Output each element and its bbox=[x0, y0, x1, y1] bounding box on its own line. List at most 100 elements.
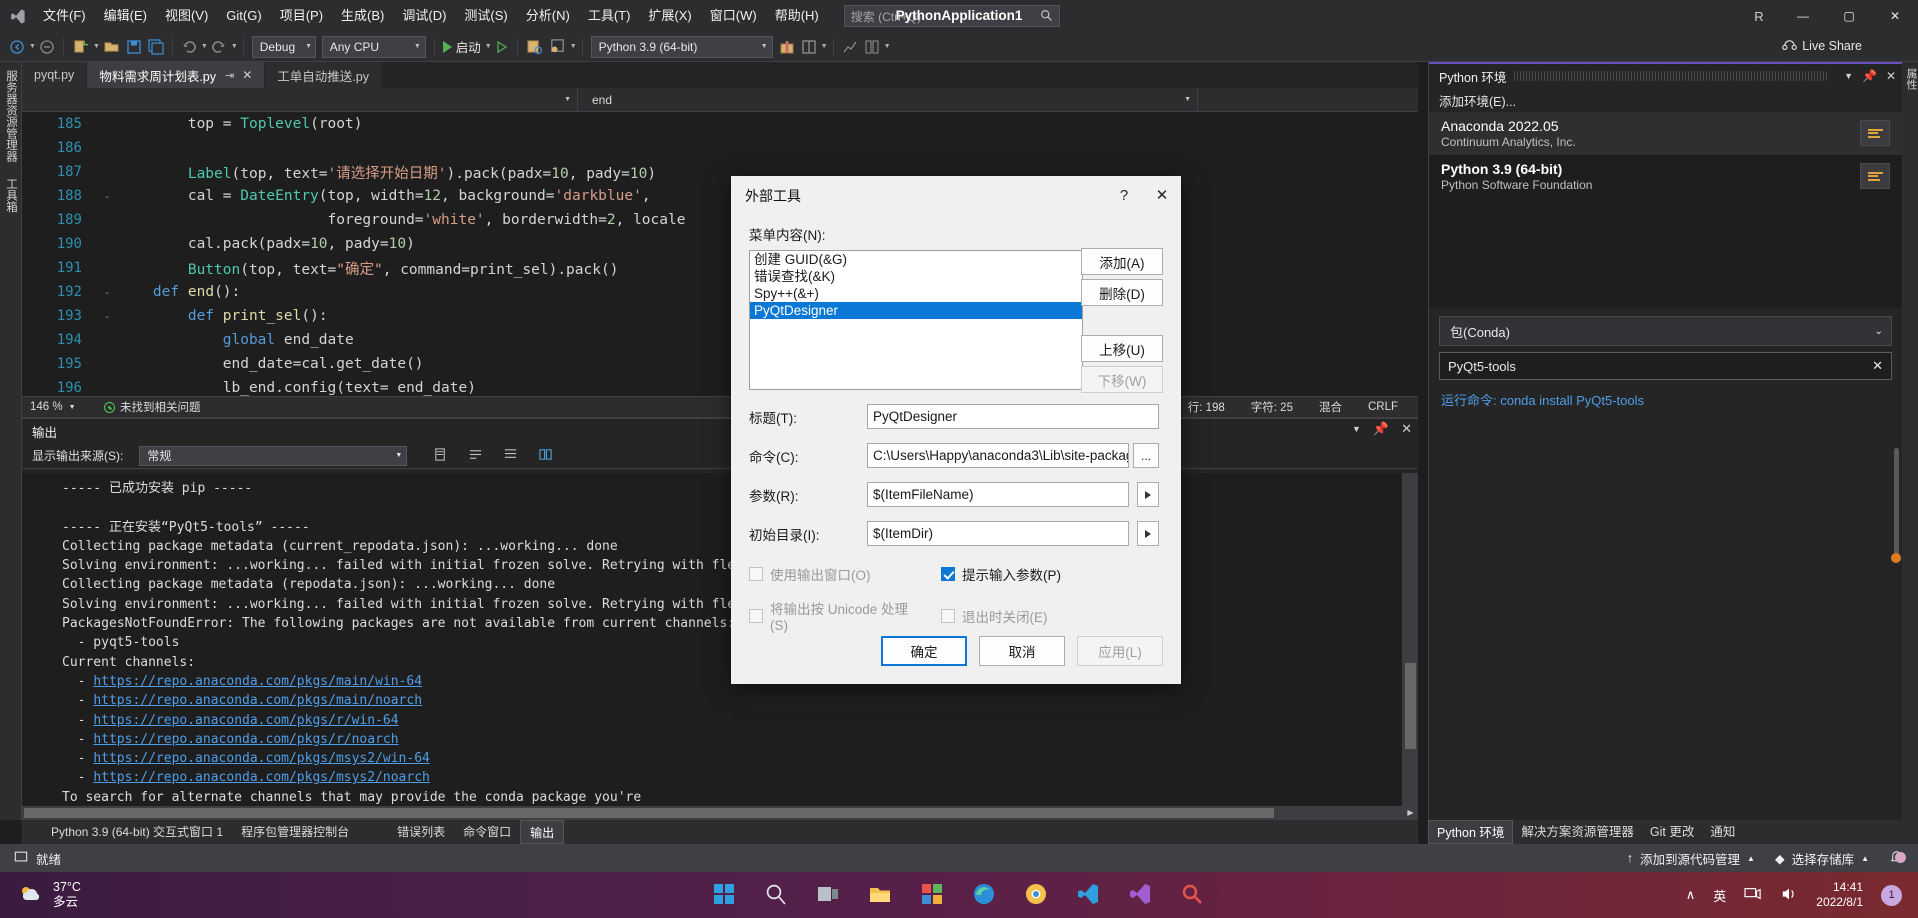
menu-build[interactable]: 生成(B) bbox=[332, 0, 393, 32]
pin-icon[interactable]: ⇥ bbox=[225, 69, 234, 82]
new-project-icon[interactable] bbox=[69, 35, 92, 59]
environment-console-icon[interactable] bbox=[1860, 120, 1890, 146]
output-link[interactable]: https://repo.anaconda.com/pkgs/main/win-… bbox=[93, 674, 422, 689]
checkbox-box-checked[interactable] bbox=[941, 567, 955, 581]
undo-icon[interactable] bbox=[178, 35, 200, 59]
fold-marker[interactable]: - bbox=[96, 190, 118, 203]
network-icon[interactable] bbox=[1744, 886, 1762, 905]
arguments-macro-button[interactable] bbox=[1137, 482, 1159, 507]
move-up-button[interactable]: 上移(U) bbox=[1081, 335, 1163, 362]
ime-indicator[interactable]: 英 bbox=[1713, 886, 1726, 905]
header-drag-dots[interactable] bbox=[1514, 71, 1827, 81]
save-icon[interactable] bbox=[123, 35, 145, 59]
maximize-button[interactable]: ▢ bbox=[1826, 0, 1872, 32]
menu-window[interactable]: 窗口(W) bbox=[701, 0, 766, 32]
pin-icon[interactable]: 📌 bbox=[1862, 69, 1877, 83]
new-project-caret-icon[interactable]: ▼ bbox=[93, 43, 100, 50]
toolbox-tab[interactable]: 工具箱 bbox=[0, 170, 22, 221]
insert-mode[interactable]: 混合 bbox=[1319, 399, 1342, 415]
zoom-level-dropdown[interactable]: 146 % ▼ bbox=[22, 401, 92, 413]
toggle-breakpoint-icon[interactable] bbox=[546, 35, 569, 59]
list-item[interactable]: 创建 GUID(&G) bbox=[750, 251, 1082, 268]
prompt-for-arguments-checkbox[interactable]: 提示输入参数(P) bbox=[941, 564, 1109, 584]
compare-files-icon[interactable] bbox=[861, 35, 883, 59]
output-link[interactable]: https://repo.anaconda.com/pkgs/r/noarch bbox=[93, 732, 398, 747]
minimize-button[interactable]: — bbox=[1780, 0, 1826, 32]
fold-marker[interactable]: - bbox=[96, 310, 118, 323]
dock-tab-command-window[interactable]: 命令窗口 bbox=[454, 820, 520, 844]
dock-tab-package-manager-console[interactable]: 程序包管理器控制台 bbox=[232, 820, 358, 844]
chevron-down-icon[interactable]: ▼ bbox=[1844, 71, 1853, 81]
dock-tab-solution-explorer[interactable]: 解决方案资源管理器 bbox=[1513, 820, 1642, 844]
menu-tools[interactable]: 工具(T) bbox=[579, 0, 640, 32]
navbar-member-dropdown[interactable]: ▼ bbox=[22, 88, 578, 112]
select-repository-button[interactable]: ◆ 选择存储库 ▲ bbox=[1775, 849, 1869, 868]
line-ending[interactable]: CRLF bbox=[1368, 401, 1398, 413]
output-horizontal-scrollbar[interactable]: ▶ bbox=[22, 806, 1418, 820]
back-navigate-icon[interactable] bbox=[6, 35, 28, 59]
start-debug-button[interactable]: 启动 bbox=[440, 37, 484, 56]
dock-tab-notifications[interactable]: 通知 bbox=[1702, 820, 1743, 844]
start-without-debug-icon[interactable] bbox=[492, 35, 512, 59]
account-avatar[interactable]: R bbox=[1738, 0, 1780, 32]
output-text-area[interactable]: ----- 已成功安装 pip ----- ----- 正在安装“PyQt5-t… bbox=[22, 473, 1402, 821]
add-environment-link[interactable]: 添加环境(E)... bbox=[1429, 88, 1902, 112]
initial-directory-macro-button[interactable] bbox=[1137, 521, 1159, 546]
solution-platform-dropdown[interactable]: Any CPU ▼ bbox=[322, 36, 426, 58]
solution-configuration-dropdown[interactable]: Debug ▼ bbox=[252, 36, 316, 58]
dock-tab-output[interactable]: 输出 bbox=[520, 820, 564, 844]
search-app-icon[interactable] bbox=[1180, 882, 1206, 908]
output-settings-icon[interactable] bbox=[538, 447, 553, 465]
environment-row-anaconda[interactable]: Anaconda 2022.05 Continuum Analytics, In… bbox=[1429, 112, 1902, 155]
chevron-down-icon[interactable]: ▼ bbox=[1352, 424, 1361, 434]
office-icon[interactable] bbox=[920, 882, 946, 908]
clear-output-icon[interactable] bbox=[433, 447, 448, 465]
arguments-field-input[interactable]: $(ItemFileName) bbox=[867, 482, 1129, 507]
redo-icon[interactable] bbox=[208, 35, 230, 59]
tray-chevron-up-icon[interactable]: ∧ bbox=[1686, 887, 1696, 903]
menu-content-listbox[interactable]: 创建 GUID(&G) 错误查找(&K) Spy++(&+) PyQtDesig… bbox=[749, 250, 1083, 390]
menu-test[interactable]: 测试(S) bbox=[455, 0, 516, 32]
cancel-button[interactable]: 取消 bbox=[979, 636, 1065, 666]
output-link[interactable]: https://repo.anaconda.com/pkgs/msys2/win… bbox=[93, 751, 430, 766]
chrome-browser-icon[interactable] bbox=[1024, 882, 1050, 908]
dock-tab-python-environments[interactable]: Python 环境 bbox=[1428, 820, 1513, 844]
redo-caret-icon[interactable]: ▼ bbox=[231, 43, 238, 50]
output-link[interactable]: https://repo.anaconda.com/pkgs/msys2/noa… bbox=[93, 770, 430, 785]
dock-tab-git-changes[interactable]: Git 更改 bbox=[1642, 820, 1702, 844]
menu-help[interactable]: 帮助(H) bbox=[766, 0, 828, 32]
menu-analyze[interactable]: 分析(N) bbox=[517, 0, 579, 32]
command-field-input[interactable]: C:\Users\Happy\anaconda3\Lib\site-packag bbox=[867, 443, 1129, 468]
menu-extensions[interactable]: 扩展(X) bbox=[639, 0, 700, 32]
environment-row-python39[interactable]: Python 3.9 (64-bit) Python Software Foun… bbox=[1429, 155, 1902, 198]
toggle-wordwrap-icon[interactable] bbox=[468, 447, 483, 465]
list-item-selected[interactable]: PyQtDesigner bbox=[750, 302, 1082, 319]
run-command-link[interactable]: 运行命令: conda install PyQt5-tools bbox=[1429, 380, 1902, 419]
navbar-scope-dropdown[interactable]: end ▼ bbox=[578, 88, 1198, 112]
package-source-dropdown[interactable]: 包(Conda) ⌄ bbox=[1439, 316, 1892, 346]
start-menu-icon[interactable] bbox=[712, 882, 738, 908]
visual-studio-taskbar-icon[interactable] bbox=[1128, 882, 1154, 908]
output-link[interactable]: https://repo.anaconda.com/pkgs/r/win-64 bbox=[93, 713, 398, 728]
dock-tab-interactive-window[interactable]: Python 3.9 (64-bit) 交互式窗口 1 bbox=[42, 820, 232, 844]
menu-view[interactable]: 视图(V) bbox=[156, 0, 217, 32]
output-source-dropdown[interactable]: 常规 ▼ bbox=[139, 446, 407, 466]
breakpoint-caret-icon[interactable]: ▼ bbox=[570, 43, 577, 50]
go-to-message-icon[interactable] bbox=[503, 447, 518, 465]
notifications-bell-icon[interactable] bbox=[1889, 849, 1904, 867]
properties-tab[interactable]: 属性 bbox=[1902, 62, 1918, 96]
task-view-icon[interactable] bbox=[816, 882, 842, 908]
tray-notification-badge[interactable]: 1 bbox=[1881, 885, 1902, 906]
editor-tab-workorder[interactable]: 工单自动推送.py bbox=[265, 62, 382, 88]
layout-window-icon[interactable] bbox=[798, 35, 820, 59]
python-interpreter-dropdown[interactable]: Python 3.9 (64-bit) ▼ bbox=[591, 36, 773, 58]
list-item[interactable]: 错误查找(&K) bbox=[750, 268, 1082, 285]
panel-vertical-scrollbar[interactable] bbox=[1888, 88, 1902, 808]
command-browse-button[interactable]: ... bbox=[1133, 443, 1159, 468]
live-share-button[interactable]: Live Share bbox=[1782, 38, 1862, 53]
pin-icon[interactable]: 📌 bbox=[1373, 421, 1389, 437]
file-explorer-icon[interactable] bbox=[868, 882, 894, 908]
undo-caret-icon[interactable]: ▼ bbox=[201, 43, 208, 50]
output-vertical-scrollbar[interactable] bbox=[1402, 473, 1418, 821]
title-field-input[interactable]: PyQtDesigner bbox=[867, 404, 1159, 429]
